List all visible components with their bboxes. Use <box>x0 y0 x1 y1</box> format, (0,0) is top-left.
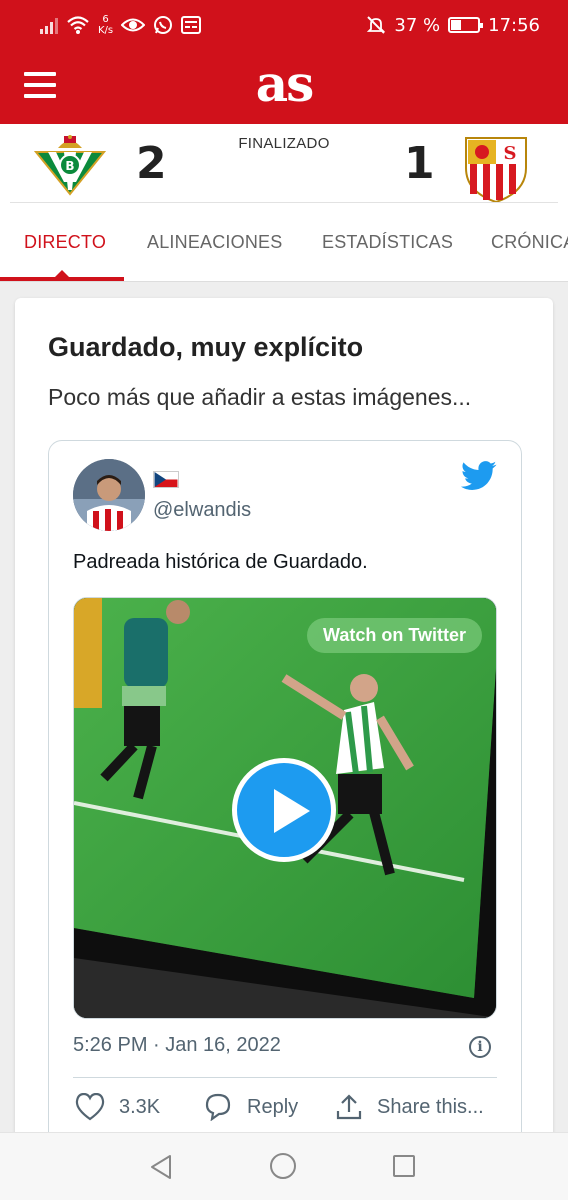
away-score: 1 <box>404 138 435 189</box>
network-speed: 6 K/s <box>98 14 113 36</box>
tab-estadisticas[interactable]: ESTADÍSTICAS <box>322 232 453 253</box>
status-bar: 6 K/s 37 % 17:56 <box>0 0 568 50</box>
info-icon[interactable]: i <box>469 1036 491 1058</box>
eye-icon <box>121 18 146 32</box>
like-button[interactable]: 3.3K <box>75 1093 160 1121</box>
watch-on-twitter-button[interactable]: Watch on Twitter <box>307 618 482 653</box>
reply-label: Reply <box>247 1095 299 1118</box>
reply-icon <box>205 1093 231 1121</box>
wifi-icon <box>67 16 89 34</box>
status-right-icons: 37 % 17:56 <box>366 12 540 38</box>
as-logo[interactable]: as <box>0 56 568 112</box>
signal-icon <box>40 16 58 34</box>
tweet-video[interactable]: Watch on Twitter <box>73 597 497 1019</box>
tweet-timestamp[interactable]: 5:26 PM · Jan 16, 2022 <box>73 1034 281 1057</box>
system-navigation-bar <box>0 1132 568 1200</box>
network-speed-value: 6 <box>102 14 109 25</box>
post-body: Poco más que añadir a estas imágenes... <box>48 384 472 410</box>
avatar-image <box>73 459 145 531</box>
share-button[interactable]: Share this... <box>335 1093 484 1121</box>
clock: 17:56 <box>488 14 540 36</box>
sevilla-fc-crest-icon[interactable]: S <box>462 134 530 204</box>
muted-bell-icon <box>367 16 386 34</box>
czech-flag-icon <box>153 471 179 488</box>
heart-icon <box>75 1093 105 1121</box>
twitter-bird-icon[interactable] <box>461 461 497 491</box>
battery-level-fill <box>451 20 462 30</box>
tweet-author-handle[interactable]: @elwandis <box>153 499 251 522</box>
recent-apps-icon[interactable] <box>393 1155 415 1177</box>
avatar[interactable] <box>73 459 145 531</box>
svg-text:B: B <box>65 159 74 173</box>
tab-alineaciones[interactable]: ALINEACIONES <box>147 232 282 253</box>
battery-icon <box>448 17 484 33</box>
play-icon[interactable] <box>232 758 336 862</box>
tab-directo[interactable]: DIRECTO <box>24 232 106 253</box>
svg-text:S: S <box>504 143 517 164</box>
scoreboard-divider <box>10 202 558 203</box>
like-count: 3.3K <box>119 1095 161 1118</box>
share-icon <box>336 1094 362 1120</box>
network-speed-unit: K/s <box>98 25 114 36</box>
live-post-card: Guardado, muy explícito Poco más que aña… <box>15 298 553 1200</box>
tweet-divider <box>73 1077 497 1078</box>
tab-cronica[interactable]: CRÓNICA <box>491 232 568 253</box>
post-title: Guardado, muy explícito <box>48 332 364 362</box>
share-label: Share this... <box>377 1095 484 1118</box>
match-scoreboard: B 2 FINALIZADO 1 S <box>0 124 568 204</box>
tweet-text: Padreada histórica de Guardado. <box>73 551 368 573</box>
whatsapp-icon <box>154 16 173 34</box>
status-left-icons: 6 K/s <box>40 12 202 38</box>
home-icon[interactable] <box>270 1153 296 1179</box>
news-app-icon <box>181 16 202 34</box>
app-header: as <box>0 50 568 124</box>
battery-percent: 37 % <box>394 14 441 36</box>
embedded-tweet[interactable]: @elwandis Padreada histórica de Guardado… <box>48 440 522 1200</box>
back-icon[interactable] <box>148 1153 174 1181</box>
reply-button[interactable]: Reply <box>203 1093 298 1121</box>
match-tabs: DIRECTO ALINEACIONES ESTADÍSTICAS CRÓNIC… <box>0 204 568 282</box>
active-tab-indicator <box>0 277 124 281</box>
